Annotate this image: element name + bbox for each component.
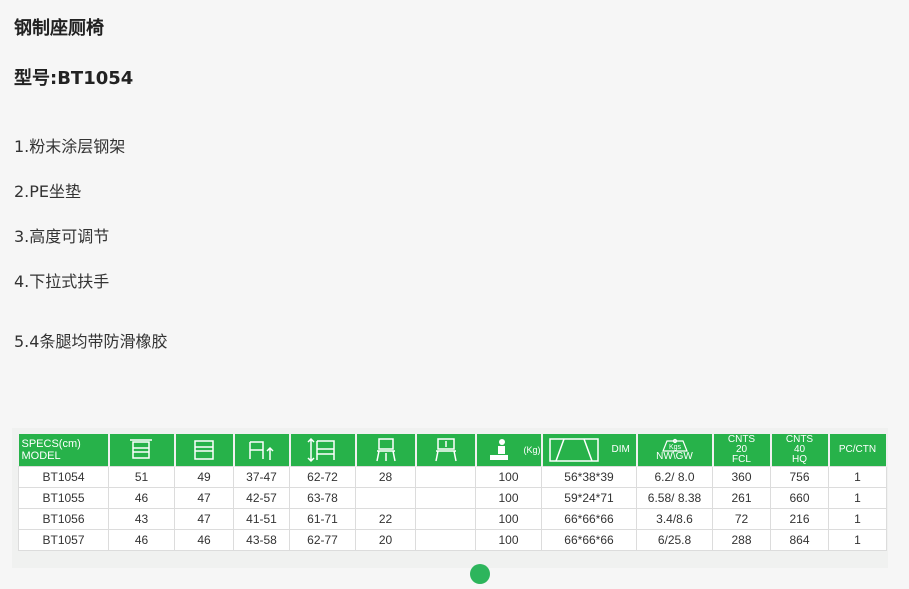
table-cell: 20 — [355, 529, 416, 551]
table-cell: 6/25.8 — [636, 529, 713, 551]
table-cell: 46 — [108, 487, 175, 509]
chair-icon — [355, 434, 417, 467]
seat-frame-icon — [415, 434, 477, 467]
table-cell: 46 — [108, 529, 175, 551]
table-cell: BT1055 — [18, 487, 109, 509]
table-row: BT1054 51 49 37-47 62-72 28 100 56*38*39… — [18, 466, 887, 488]
cnts40-header: CNTS 40 HQ — [770, 434, 830, 467]
table-cell: 37-47 — [233, 466, 290, 488]
table-cell: BT1054 — [18, 466, 109, 488]
table-cell: 1 — [828, 487, 887, 509]
specs-model-header: SPECS(cm) MODEL — [18, 434, 110, 467]
table-cell: BT1056 — [18, 508, 109, 530]
feature-item: 2.PE坐垫 — [14, 182, 82, 201]
table-cell: 56*38*39 — [541, 466, 637, 488]
table-cell: 66*66*66 — [541, 508, 637, 530]
product-title: 钢制座厕椅 — [14, 18, 104, 39]
spec-table: SPECS(cm) MODEL (Kg) DIM Kgs NW\GW CNTS … — [18, 434, 888, 551]
table-cell: 100 — [475, 487, 542, 509]
spec-table-body: BT1054 51 49 37-47 62-72 28 100 56*38*39… — [18, 466, 887, 551]
table-cell: 61-71 — [289, 508, 356, 530]
overall-height-icon — [289, 434, 357, 467]
feature-item: 1.粉末涂层钢架 — [14, 137, 126, 156]
table-cell: 46 — [174, 529, 234, 551]
dim-header: DIM — [541, 434, 638, 467]
weight-capacity-header: (Kg) — [475, 434, 543, 467]
table-cell: 59*24*71 — [541, 487, 637, 509]
table-cell: 3.4/8.6 — [636, 508, 713, 530]
cnts20-line3: FCL — [732, 454, 751, 465]
table-cell: 1 — [828, 529, 887, 551]
table-cell: 51 — [108, 466, 175, 488]
table-row: BT1055 46 47 42-57 63-78 100 59*24*71 6.… — [18, 487, 887, 509]
table-cell: 288 — [712, 529, 771, 551]
dim-label: DIM — [611, 444, 630, 455]
table-cell: 864 — [770, 529, 829, 551]
capacity-unit: (Kg) — [523, 445, 541, 455]
cnts40-line3: HQ — [792, 454, 807, 465]
table-cell: 261 — [712, 487, 771, 509]
table-cell: 22 — [355, 508, 416, 530]
table-cell: 41-51 — [233, 508, 290, 530]
table-cell: BT1057 — [18, 529, 109, 551]
table-cell — [415, 508, 476, 530]
cnts20-header: CNTS 20 FCL — [712, 434, 772, 467]
table-cell — [355, 487, 416, 509]
table-cell: 43-58 — [233, 529, 290, 551]
table-cell — [415, 487, 476, 509]
overall-width-icon — [108, 434, 176, 467]
seat-width-icon — [174, 434, 235, 467]
table-cell: 360 — [712, 466, 771, 488]
feature-item: 3.高度可调节 — [14, 227, 110, 246]
nwgw-header: Kgs NW\GW — [636, 434, 714, 467]
table-row: BT1057 46 46 43-58 62-77 20 100 66*66*66… — [18, 529, 887, 551]
table-cell: 62-77 — [289, 529, 356, 551]
nwgw-unit: Kgs — [668, 444, 681, 451]
model-label: MODEL — [21, 450, 61, 462]
table-row: BT1056 43 47 41-51 61-71 22 100 66*66*66… — [18, 508, 887, 530]
table-cell: 100 — [475, 529, 542, 551]
table-cell: 100 — [475, 466, 542, 488]
table-cell: 216 — [770, 508, 829, 530]
weight-icon: Kgs — [661, 438, 688, 452]
table-cell: 47 — [174, 487, 234, 509]
table-cell: 42-57 — [233, 487, 290, 509]
table-cell — [415, 466, 476, 488]
table-cell: 47 — [174, 508, 234, 530]
carton-dim-icon — [549, 438, 599, 462]
table-cell: 1 — [828, 508, 887, 530]
weight-capacity-icon — [489, 439, 508, 460]
table-cell: 72 — [712, 508, 771, 530]
table-cell — [415, 529, 476, 551]
table-cell: 62-72 — [289, 466, 356, 488]
nwgw-label: NW\GW — [656, 451, 693, 462]
table-cell: 63-78 — [289, 487, 356, 509]
table-cell: 28 — [355, 466, 416, 488]
table-cell: 1 — [828, 466, 887, 488]
feature-item: 5.4条腿均带防滑橡胶 — [14, 332, 168, 351]
feature-item: 4.下拉式扶手 — [14, 272, 110, 291]
spec-table-container: SPECS(cm) MODEL (Kg) DIM Kgs NW\GW CNTS … — [12, 428, 888, 568]
table-cell: 43 — [108, 508, 175, 530]
pcctn-header: PC/CTN — [828, 434, 888, 467]
seat-height-icon — [233, 434, 291, 467]
specs-label: SPECS(cm) — [21, 438, 81, 450]
table-cell: 66*66*66 — [541, 529, 637, 551]
table-cell: 6.58/ 8.38 — [636, 487, 713, 509]
product-model: 型号:BT1054 — [14, 68, 134, 89]
table-cell: 6.2/ 8.0 — [636, 466, 713, 488]
spec-header-row: SPECS(cm) MODEL (Kg) DIM Kgs NW\GW CNTS … — [18, 434, 888, 467]
carousel-dot[interactable] — [470, 564, 490, 584]
table-cell: 660 — [770, 487, 829, 509]
table-cell: 756 — [770, 466, 829, 488]
table-cell: 100 — [475, 508, 542, 530]
table-cell: 49 — [174, 466, 234, 488]
